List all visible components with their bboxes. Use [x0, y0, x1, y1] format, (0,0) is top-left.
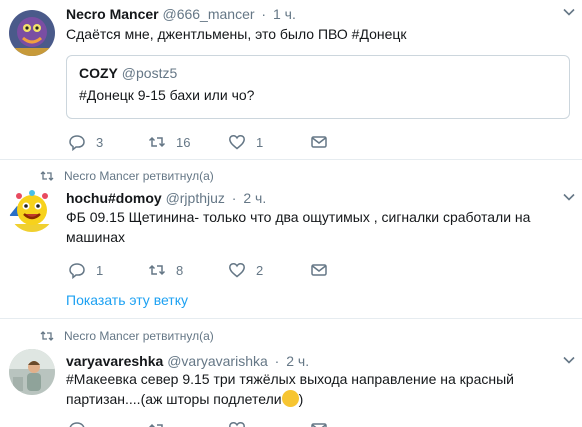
tweet-text-line: машинах — [66, 229, 125, 245]
heart-icon — [228, 261, 246, 279]
tweet-text-line: ФБ 09.15 Щетинина- только что два ощутим… — [66, 209, 531, 225]
tweet-header: Necro Mancer @666_mancer · 1 ч. — [66, 5, 296, 23]
envelope-icon — [310, 133, 328, 151]
avatar-varyavareshka[interactable] — [9, 349, 55, 395]
tweet-text: #Макеевка север 9.15 три тяжёлых выхода … — [66, 369, 566, 409]
reply-icon — [68, 420, 86, 427]
tweet-time[interactable]: 1 ч. — [273, 6, 296, 22]
tweet-actions: 3 16 1 — [66, 132, 486, 152]
quoted-author-name: COZY — [79, 65, 118, 81]
retweet-icon — [148, 133, 166, 151]
like-count: 1 — [256, 134, 264, 150]
tweet-time[interactable]: 2 ч. — [286, 353, 309, 369]
tweet-actions — [66, 419, 486, 427]
retweet-icon — [148, 420, 166, 427]
retweet-count: 16 — [176, 134, 191, 150]
retweeted-by-line[interactable]: Necro Mancer ретвитнул(а) — [40, 329, 214, 343]
reply-button[interactable]: 1 — [68, 260, 103, 280]
show-thread-link[interactable]: Показать эту ветку — [66, 292, 188, 308]
retweeted-by-line[interactable]: Necro Mancer ретвитнул(а) — [40, 169, 214, 183]
avatar-hochu-domoy[interactable] — [9, 186, 55, 232]
author-handle[interactable]: @666_mancer — [162, 6, 254, 22]
author-handle[interactable]: @rjpthjuz — [166, 190, 225, 206]
tweet-time[interactable]: 2 ч. — [243, 190, 266, 206]
share-button[interactable] — [310, 260, 328, 280]
share-button[interactable] — [310, 132, 328, 152]
heart-icon — [228, 133, 246, 151]
chevron-down-icon[interactable] — [562, 190, 576, 204]
reply-button[interactable]: 3 — [68, 132, 103, 152]
tweet-3[interactable]: Necro Mancer ретвитнул(а) varyavareshka … — [0, 319, 582, 427]
tweet-header: varyavareshka @varyavarishka · 2 ч. — [66, 352, 309, 370]
retweeted-by-label: Necro Mancer ретвитнул(а) — [64, 169, 214, 183]
tweet-2[interactable]: Necro Mancer ретвитнул(а) hochu#domoy @r… — [0, 160, 582, 320]
author-handle[interactable]: @varyavarishka — [167, 353, 268, 369]
tweet-header: hochu#domoy @rjpthjuz · 2 ч. — [66, 189, 266, 207]
quoted-tweet-header: COZY @postz5 — [79, 65, 177, 81]
retweet-count: 8 — [176, 262, 184, 278]
separator-dot: · — [261, 6, 267, 22]
envelope-icon — [310, 420, 328, 427]
chevron-down-icon[interactable] — [562, 353, 576, 367]
tweet-1[interactable]: Necro Mancer @666_mancer · 1 ч. Сдаётся … — [0, 0, 582, 160]
reply-icon — [68, 133, 86, 151]
quoted-tweet-text: #Донецк 9-15 бахи или чо? — [79, 87, 255, 103]
heart-icon — [228, 420, 246, 427]
quoted-tweet[interactable]: COZY @postz5 #Донецк 9-15 бахи или чо? — [66, 55, 570, 119]
reply-count: 3 — [96, 134, 104, 150]
retweet-button[interactable]: 8 — [148, 260, 183, 280]
retweet-icon — [40, 171, 54, 181]
retweet-button[interactable]: 16 — [148, 132, 190, 152]
author-name[interactable]: varyavareshka — [66, 353, 163, 369]
reply-icon — [68, 261, 86, 279]
separator-dot: · — [274, 353, 280, 369]
reply-count: 1 — [96, 262, 104, 278]
retweet-button[interactable] — [148, 419, 166, 427]
reply-button[interactable] — [68, 419, 86, 427]
chevron-down-icon[interactable] — [562, 5, 576, 19]
tweet-text-line-2: партизан....(аж шторы подлетели😯) — [66, 390, 304, 407]
tweet-text: Сдаётся мне, джентльмены, это было ПВО #… — [66, 26, 407, 42]
quoted-author-handle: @postz5 — [121, 65, 178, 81]
like-button[interactable] — [228, 419, 246, 427]
tweet-text-line: #Макеевка север 9.15 три тяжёлых выхода … — [66, 371, 514, 387]
retweet-icon — [40, 331, 54, 341]
like-button[interactable]: 2 — [228, 260, 263, 280]
envelope-icon — [310, 261, 328, 279]
retweeted-by-label: Necro Mancer ретвитнул(а) — [64, 329, 214, 343]
like-button[interactable]: 1 — [228, 132, 263, 152]
separator-dot: · — [231, 190, 237, 206]
retweet-icon — [148, 261, 166, 279]
avatar-necro-mancer[interactable] — [9, 10, 55, 56]
author-name[interactable]: Necro Mancer — [66, 6, 159, 22]
tweet-actions: 1 8 2 — [66, 260, 486, 280]
tweet-text: ФБ 09.15 Щетинина- только что два ощутим… — [66, 207, 566, 247]
author-name[interactable]: hochu#domoy — [66, 190, 162, 206]
astonished-face-icon: 😯 — [281, 390, 299, 407]
like-count: 2 — [256, 262, 264, 278]
share-button[interactable] — [310, 419, 328, 427]
